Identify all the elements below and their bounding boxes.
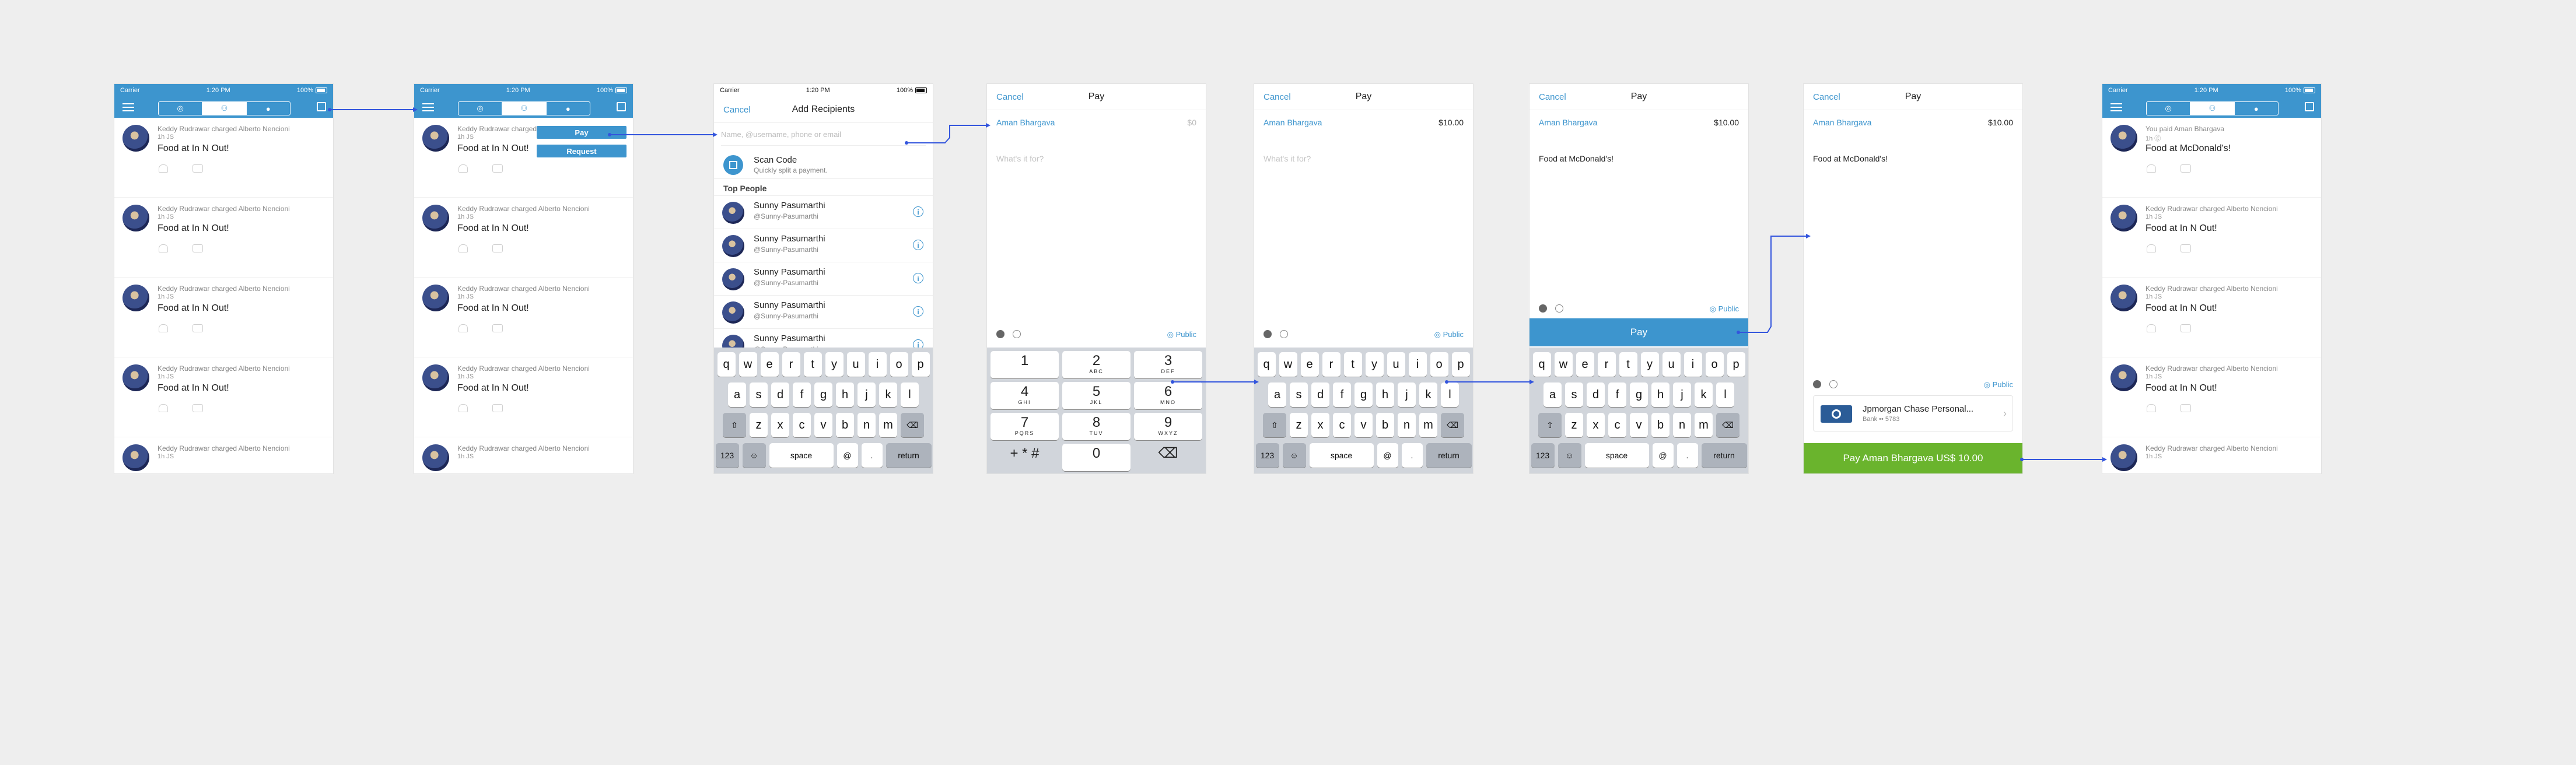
flow-arrows	[328, 107, 2107, 462]
